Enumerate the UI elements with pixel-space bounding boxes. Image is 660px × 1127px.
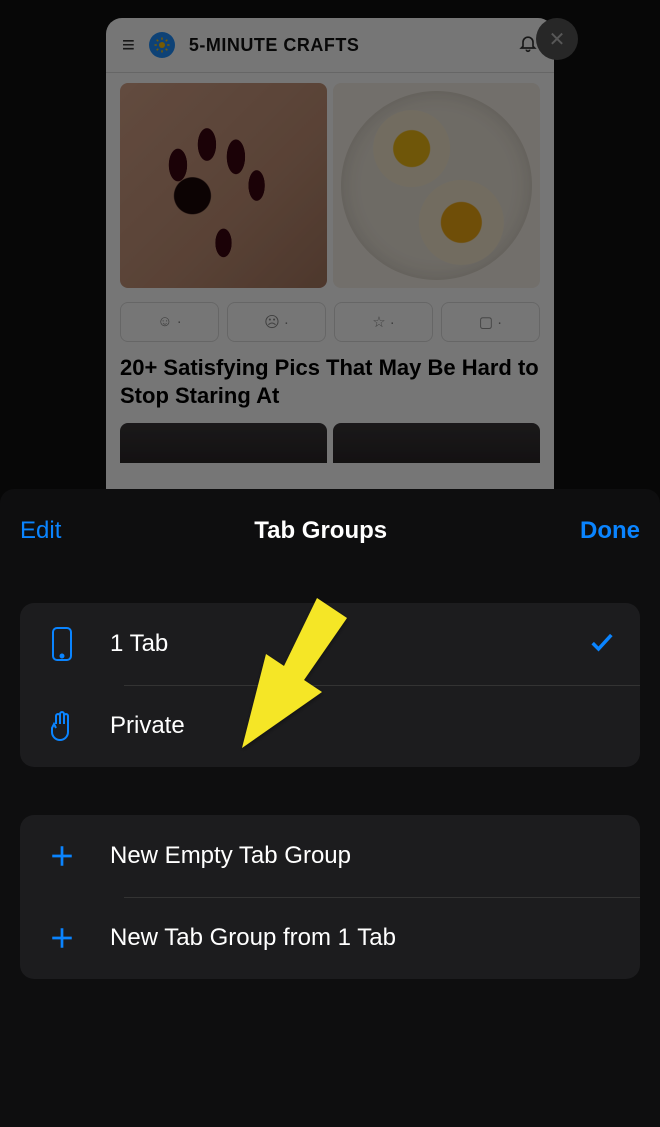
new-tab-group-from[interactable]: New Tab Group from 1 Tab — [20, 897, 640, 979]
new-empty-tab-group[interactable]: New Empty Tab Group — [20, 815, 640, 897]
new-group-list: New Empty Tab Group New Tab Group from 1… — [20, 815, 640, 979]
plus-icon — [44, 843, 80, 869]
row-label: 1 Tab — [110, 630, 558, 658]
tab-group-row-tabs[interactable]: 1 Tab — [20, 603, 640, 685]
reaction-bar: ☺ · ☹ · ☆ · ▢ · — [106, 298, 554, 346]
article-image-3 — [120, 423, 327, 463]
tab-groups-list: 1 Tab Private — [20, 603, 640, 767]
sheet-title: Tab Groups — [254, 517, 387, 545]
bell-icon[interactable] — [518, 33, 538, 58]
article-image-right — [333, 83, 540, 288]
done-button[interactable]: Done — [580, 517, 640, 545]
reaction-sad[interactable]: ☹ · — [227, 302, 326, 342]
checkmark-icon — [588, 628, 616, 661]
reaction-star[interactable]: ☆ · — [334, 302, 433, 342]
sheet-header: Edit Tab Groups Done — [20, 517, 640, 545]
article-image-left — [120, 83, 327, 288]
article-images-row2 — [106, 413, 554, 463]
reaction-smile[interactable]: ☺ · — [120, 302, 219, 342]
edit-button[interactable]: Edit — [20, 517, 61, 545]
tab-groups-sheet: Edit Tab Groups Done 1 Tab Private New E… — [0, 489, 660, 1127]
plus-icon — [44, 925, 80, 951]
hamburger-icon[interactable]: ≡ — [122, 32, 135, 58]
article-image-4 — [333, 423, 540, 463]
page-title: 5-MINUTE CRAFTS — [189, 35, 504, 56]
article-images — [106, 73, 554, 298]
article-title[interactable]: 20+ Satisfying Pics That May Be Hard to … — [106, 346, 554, 413]
tab-card-header: ≡ 5-MINUTE CRAFTS — [106, 18, 554, 73]
row-label: Private — [110, 712, 616, 740]
sun-icon — [149, 32, 175, 58]
reaction-comment[interactable]: ▢ · — [441, 302, 540, 342]
tab-preview-card[interactable]: ≡ 5-MINUTE CRAFTS ☺ · ☹ · ☆ · ▢ · 20+ Sa… — [106, 18, 554, 508]
tab-group-row-private[interactable]: Private — [20, 685, 640, 767]
phone-icon — [44, 626, 80, 662]
row-label: New Empty Tab Group — [110, 842, 616, 870]
hand-icon — [44, 710, 80, 742]
row-label: New Tab Group from 1 Tab — [110, 924, 616, 952]
close-icon[interactable]: ✕ — [536, 18, 578, 60]
